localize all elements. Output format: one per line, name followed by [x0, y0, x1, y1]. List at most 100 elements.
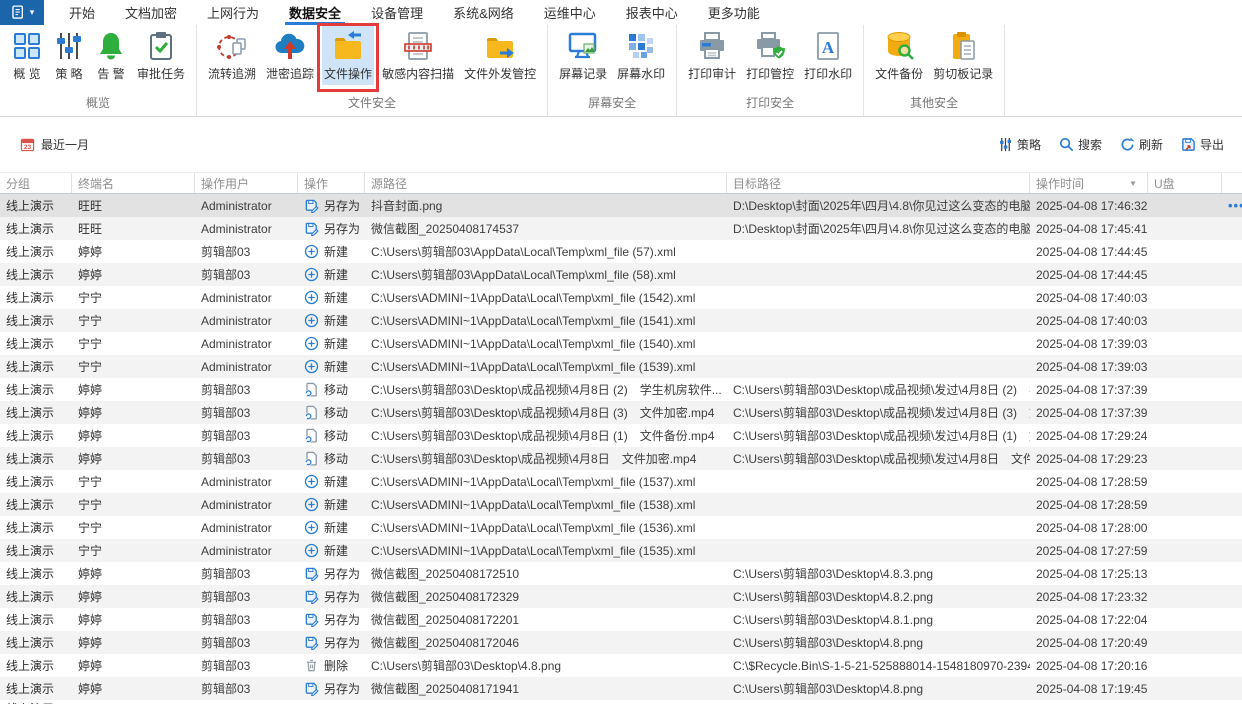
cell-terminal: 宁宁 — [78, 360, 103, 374]
tab-report-center[interactable]: 报表中心 — [611, 0, 693, 25]
table-row[interactable]: 线上演示 婷婷 剪辑部03 另存为 微信截图_20250408172329 C:\User… — [0, 585, 1242, 608]
time-filter-dropdown-icon[interactable]: ▼ — [1129, 179, 1141, 188]
tab-home[interactable]: 开始 — [54, 0, 110, 25]
approval-task-icon — [145, 30, 177, 62]
tab-ops-center[interactable]: 运维中心 — [529, 0, 611, 25]
ribbon-group-label: 打印安全 — [746, 96, 795, 110]
table-row[interactable]: 线上演示 婷婷 剪辑部03 另存为 微信截图_20250408172046 C:\User… — [0, 631, 1242, 654]
policy-button[interactable]: 策略 — [998, 136, 1041, 153]
table-row[interactable]: 线上演示 旺旺 Administrator 另存为 抖音封面.png D:\Desktop… — [0, 194, 1242, 217]
ribbon-item-file-outgoing[interactable]: 文件外发管控 — [462, 26, 538, 85]
table-row[interactable]: 线上演示 婷婷 剪辑部03 另存为 微信截图_20250408171941 C:\User… — [0, 677, 1242, 700]
table-row[interactable]: 线上演示 婷婷 剪辑部03 另存为 微信截图_20250408172201 C:\User… — [0, 608, 1242, 631]
ribbon-item-alarm[interactable]: 告 警 — [93, 26, 129, 85]
table-row[interactable]: 线上演示 婷婷 剪辑部03 新建 C:\Users\剪辑部03\AppData\Loca… — [0, 263, 1242, 286]
ribbon-item-flow-trace[interactable]: 流转追溯 — [206, 26, 258, 85]
cell-user — [195, 700, 298, 704]
tab-device-mgmt[interactable]: 设备管理 — [356, 0, 438, 25]
ribbon-item-print-audit[interactable]: 打印审计 — [686, 26, 738, 85]
print-audit-icon — [696, 30, 728, 62]
cell-source: C:\Users\剪辑部03\Desktop\成品视频\4月8日 (3) 文件加… — [371, 406, 715, 420]
cell-group: 线上演示 — [6, 544, 55, 558]
ribbon-item-approval-task[interactable]: 审批任务 — [135, 26, 187, 85]
cell-usb — [1148, 516, 1222, 539]
cell-usb — [1148, 263, 1222, 286]
table-row[interactable]: 线上演示 婷婷 剪辑部03 移动 C:\Users\剪辑部03\Desktop\成品视频… — [0, 424, 1242, 447]
table-row[interactable]: 线上演示 宁宁 Administrator 新建 C:\Users\ADMINI~1\A… — [0, 493, 1242, 516]
date-range-filter[interactable]: 23 最近一月 — [20, 136, 89, 153]
cell-group: 线上演示 — [6, 245, 55, 259]
cell-time: 2025-04-08 17:28:59 — [1036, 497, 1148, 512]
cell-usb — [1148, 378, 1222, 401]
cell-target — [727, 516, 1030, 539]
table-row[interactable]: 线上演示 婷婷 剪辑部03 新建 C:\Users\剪辑部03\AppData\Loca… — [0, 240, 1242, 263]
cell-usb — [1148, 355, 1222, 378]
ribbon-item-content-scan[interactable]: 敏感内容扫描 — [380, 26, 456, 85]
table-row[interactable]: 线上演示 宁宁 Administrator 新建 C:\Users\ADMINI~1\A… — [0, 516, 1242, 539]
cell-terminal: 旺旺 — [78, 199, 103, 213]
refresh-button[interactable]: 刷新 — [1120, 136, 1163, 153]
table-row[interactable]: 线上演示 旺旺 Administrator 另存为 微信截图_2025040817453… — [0, 217, 1242, 240]
new-operation-icon — [304, 543, 319, 558]
cell-time: 2025-04-08 17:29:23 — [1036, 451, 1148, 466]
cell-usb — [1148, 217, 1222, 240]
cell-filler — [1222, 217, 1242, 240]
table-row[interactable]: 线上演示 婷婷 剪辑部03 移动 C:\Users\剪辑部03\Desktop\成品视频… — [0, 447, 1242, 470]
cell-group: 线上演示 — [6, 613, 55, 627]
ribbon-item-print-watermark[interactable]: A 打印水印 — [802, 26, 854, 85]
table-row[interactable]: 线上演示 宁宁 Administrator 新建 C:\Users\ADMINI~1\A… — [0, 309, 1242, 332]
tab-doc-encrypt[interactable]: 文档加密 — [110, 0, 192, 25]
cell-op: 新建 — [298, 355, 365, 378]
cell-op: 新建 — [298, 263, 365, 286]
ribbon-item-file-operation[interactable]: 文件操作 — [317, 23, 380, 92]
ribbon-group-label: 文件安全 — [348, 96, 397, 110]
table-row[interactable]: 线上演示 婷婷 剪辑部03 删除 C:\Users\剪辑部03\Desktop\4.8.… — [0, 654, 1242, 677]
cell-filler: ••• — [1222, 194, 1242, 217]
column-header-filler — [1222, 173, 1242, 193]
cell-filler — [1222, 493, 1242, 516]
tab-system-network[interactable]: 系统&网络 — [438, 0, 529, 25]
cell-terminal: 宁宁 — [78, 337, 103, 351]
table-row[interactable]: 线上演示 宁宁 Administrator 新建 C:\Users\ADMINI~1\A… — [0, 355, 1242, 378]
table-row[interactable]: 线上演示 宁宁 Administrator 新建 C:\Users\ADMINI~1\A… — [0, 470, 1242, 493]
table-row[interactable]: 线上演示 宁宁 Administrator 新建 C:\Users\ADMINI~1\A… — [0, 332, 1242, 355]
cell-source: 微信截图_20250408172329 — [371, 590, 520, 604]
ribbon-item-screen-record[interactable]: 屏幕记录 — [557, 26, 609, 85]
table-row[interactable]: 线上演示 宁宁 Administrator 新建 C:\Users\ADMINI~1\A… — [0, 539, 1242, 562]
cell-time: 2025-04-08 17:37:39 — [1036, 382, 1148, 397]
ribbon-item-label: 屏幕记录 — [559, 67, 608, 81]
ribbon-item-leak-trace[interactable]: 泄密追踪 — [264, 26, 316, 85]
cell-time: 2025-04-08 17:46:32 — [1036, 198, 1148, 213]
row-more-actions-button[interactable]: ••• — [1228, 199, 1242, 212]
cell-source: C:\Users\剪辑部03\Desktop\4.8.png — [371, 659, 562, 673]
cell-usb — [1148, 447, 1222, 470]
search-button[interactable]: 搜索 — [1059, 136, 1102, 153]
ribbon-item-policy[interactable]: 策 略 — [51, 26, 87, 85]
ribbon-item-overview[interactable]: 概 览 — [9, 26, 45, 85]
ribbon-item-file-backup[interactable]: 文件备份 — [873, 26, 925, 85]
ribbon-item-clipboard-record[interactable]: 剪切板记录 — [931, 26, 995, 85]
cell-terminal: 婷婷 — [78, 268, 103, 282]
cell-filler — [1222, 286, 1242, 309]
cell-user: 剪辑部03 — [201, 659, 251, 673]
table-row[interactable]: 线上演示 婷婷 剪辑部03 移动 C:\Users\剪辑部03\Desktop\成品视频… — [0, 401, 1242, 424]
tab-web-behavior[interactable]: 上网行为 — [192, 0, 274, 25]
app-menu-button[interactable]: ▾ — [0, 0, 44, 25]
ribbon-item-print-control[interactable]: 打印管控 — [744, 26, 796, 85]
export-button[interactable]: 导出 — [1181, 136, 1224, 153]
table-row[interactable]: 线上演示 婷婷 剪辑部03 另存为 微信截图_20250408172510 C:\User… — [0, 562, 1242, 585]
operation-label: 新建 — [324, 498, 349, 512]
table-row[interactable]: 线上演示 — [0, 700, 1242, 704]
operation-label: 另存为 — [324, 613, 361, 627]
tab-data-security[interactable]: 数据安全 — [274, 0, 356, 25]
operation-label: 另存为 — [324, 222, 361, 236]
cell-op: 新建 — [298, 332, 365, 355]
ribbon-item-screen-watermark[interactable]: 屏幕水印 — [615, 26, 667, 85]
cell-terminal: 宁宁 — [78, 521, 103, 535]
table-row[interactable]: 线上演示 婷婷 剪辑部03 移动 C:\Users\剪辑部03\Desktop\成品视频… — [0, 378, 1242, 401]
tab-more-features[interactable]: 更多功能 — [693, 0, 775, 25]
cell-usb — [1148, 194, 1222, 217]
cell-filler — [1222, 539, 1242, 562]
table-row[interactable]: 线上演示 宁宁 Administrator 新建 C:\Users\ADMINI~1\A… — [0, 286, 1242, 309]
cell-usb — [1148, 654, 1222, 677]
